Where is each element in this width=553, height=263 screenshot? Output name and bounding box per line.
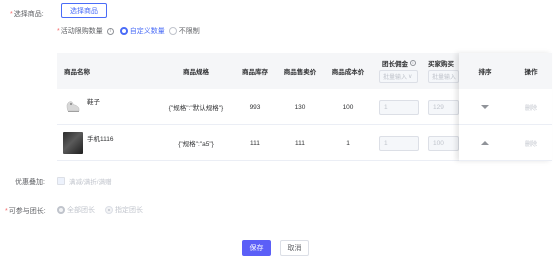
radio-dot [105, 206, 113, 214]
product-thumbnail [62, 89, 84, 125]
delete-button[interactable]: 删除 [515, 89, 547, 125]
save-button[interactable]: 保存 [242, 240, 271, 256]
col-header-sort: 排序 [478, 69, 492, 76]
leader-options: 全部团长 指定团长 [57, 205, 153, 215]
product-price: 130 [294, 103, 306, 111]
info-icon[interactable]: i [410, 60, 416, 66]
select-goods-label: *选择商品: [10, 11, 44, 18]
commission-input[interactable]: 1 [379, 136, 419, 151]
col-header-spec: 商品规格 [183, 69, 209, 76]
product-stock: 993 [249, 103, 261, 111]
move-down-icon[interactable] [473, 89, 497, 125]
radio-dot [119, 27, 128, 35]
radio-specified-leaders[interactable]: 指定团长 [105, 205, 143, 215]
product-spec: {"规格":"默认规格"} [168, 105, 224, 112]
phone-image [63, 132, 83, 154]
commission-input[interactable]: 1 [379, 100, 419, 115]
discount-checkbox[interactable] [57, 177, 65, 185]
select-goods-button[interactable]: 选择商品 [61, 3, 107, 18]
shoe-image [62, 96, 84, 118]
product-name: 鞋子 [87, 99, 100, 106]
product-name: 手机1116 [87, 136, 114, 143]
radio-dot [168, 27, 177, 35]
radio-custom-quantity[interactable]: 自定义数量 [119, 26, 165, 36]
col-header-price: 商品售卖价 [283, 69, 317, 76]
purchase-limit-row: * 活动限购数量 i 自定义数量 不限制 [57, 26, 200, 36]
product-price: 111 [295, 139, 305, 147]
commission-batch-input[interactable]: 批量输入 ∨ [379, 70, 418, 83]
goods-table: 商品名称 商品规格 商品库存 商品售卖价 商品成本价 团长佣金 i 批量输入 ∨ … [57, 53, 552, 161]
buyer-price-input[interactable]: 100 [428, 136, 459, 151]
product-thumbnail [63, 125, 83, 161]
discount-stack-option[interactable]: 满减/满折/满赠 [57, 176, 112, 186]
cancel-button[interactable]: 取消 [280, 240, 309, 256]
radio-dot [57, 206, 65, 214]
product-spec: {"规格":"a5"} [178, 141, 214, 148]
col-header-stock: 商品库存 [242, 69, 268, 76]
buyer-batch-input[interactable]: 批量输入 [428, 70, 459, 83]
move-up-icon[interactable] [473, 125, 497, 161]
buyer-price-input[interactable]: 129 [428, 100, 459, 115]
fixed-right-columns: 排序 操作 删除 删除 [459, 53, 552, 161]
product-stock: 111 [250, 139, 260, 147]
product-cost: 100 [342, 103, 354, 111]
leader-label: *可参与团长: [5, 208, 46, 215]
col-header-commission: 团长佣金 i [379, 56, 419, 70]
purchase-limit-label: 活动限购数量 [60, 28, 103, 35]
product-cost: 1 [346, 139, 350, 147]
radio-unlimited[interactable]: 不限制 [168, 26, 200, 36]
col-header-cost: 商品成本价 [331, 69, 365, 76]
info-icon[interactable]: i [106, 27, 114, 35]
radio-all-leaders[interactable]: 全部团长 [57, 205, 95, 215]
col-header-name: 商品名称 [64, 69, 90, 76]
discount-stack-label: 优惠叠加: [15, 179, 45, 186]
col-header-action: 操作 [524, 69, 538, 76]
col-header-buyer: 买家购买 [428, 61, 454, 68]
delete-button[interactable]: 删除 [515, 125, 547, 161]
